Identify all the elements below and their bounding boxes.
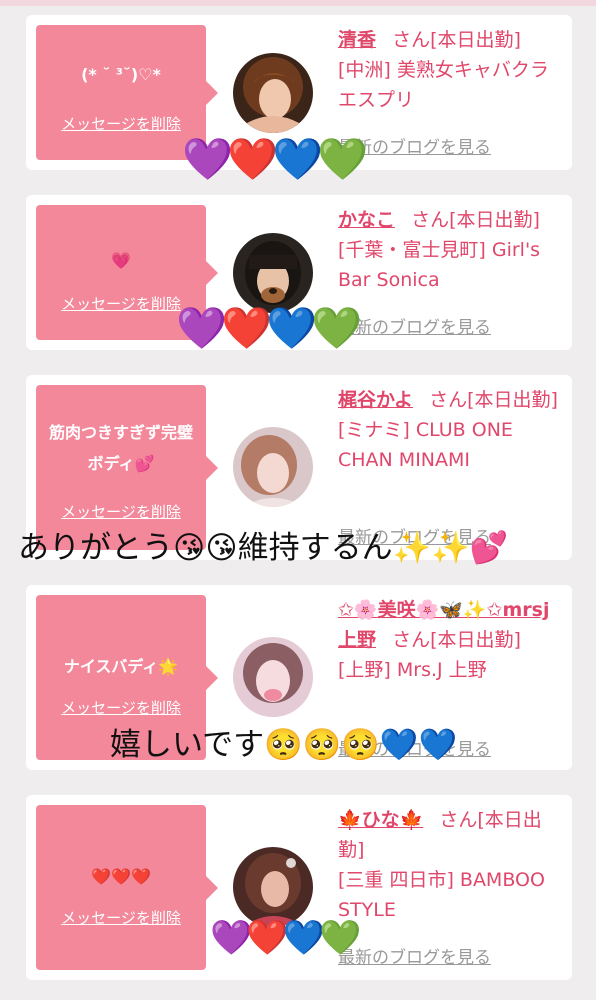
avatar[interactable] <box>233 427 313 507</box>
cast-info: 🍁ひな🍁 さん[本日出勤] [三重 四日市] BAMBOO STYLE <box>338 805 560 925</box>
cast-info: 梶谷かよ さん[本日出勤] [ミナミ] CLUB ONE CHAN MINAMI <box>338 385 560 475</box>
cast-name-link[interactable]: 清香 <box>338 29 376 51</box>
attendance-label: さん[本日出勤] <box>411 209 540 231</box>
attendance-label: さん[本日出勤] <box>429 389 558 411</box>
happy-text-overlay: 嬉しいです🥺🥺🥺💙💙 <box>110 727 458 763</box>
cast-name-link[interactable]: 梶谷かよ <box>338 389 413 411</box>
message-text: ❤️❤️❤️ <box>91 867 151 886</box>
delete-message-link[interactable]: メッセージを削除 <box>36 907 206 928</box>
message-bubble: 筋肉つきすぎず完璧ボディ💕 メッセージを削除 <box>36 385 218 550</box>
message-text: 筋肉つきすぎず完璧ボディ💕 <box>48 423 193 473</box>
cast-name-link[interactable]: かなこ <box>338 209 395 231</box>
avatar[interactable] <box>233 53 313 133</box>
shop-name: [ミナミ] CLUB ONE CHAN MINAMI <box>338 419 513 471</box>
attendance-label: さん[本日出勤] <box>392 629 521 651</box>
top-bar <box>0 0 596 6</box>
cast-info: ✩🌸美咲🌸🦋✨✩mrsj上野 さん[本日出勤] [上野] Mrs.J 上野 <box>338 595 560 685</box>
view-blog-link[interactable]: 最新のブログを見る <box>338 313 491 338</box>
thanks-text-overlay: ありがとう😘😘維持するん✨✨💕 <box>18 530 509 566</box>
message-text: (* ˘ ³˘)♡* <box>81 65 161 84</box>
message-bubble: ❤️❤️❤️ メッセージを削除 <box>36 805 218 970</box>
cast-info: かなこ さん[本日出勤] [千葉・富士見町] Girl's Bar Sonica <box>338 205 560 295</box>
view-blog-link[interactable]: 最新のブログを見る <box>338 943 491 968</box>
avatar[interactable] <box>233 233 313 313</box>
heart-emoji-sticker: 💜❤️💙💚 <box>182 135 368 183</box>
delete-message-link[interactable]: メッセージを削除 <box>36 113 206 134</box>
heart-emoji-sticker: 💜❤️💙💚 <box>210 918 361 958</box>
attendance-label: さん[本日出勤] <box>392 29 521 51</box>
shop-name: [千葉・富士見町] Girl's Bar Sonica <box>338 239 541 291</box>
message-text: ナイスバディ🌟 <box>63 657 179 676</box>
shop-name: [中洲] 美熟女キャバクラ エスプリ <box>338 59 549 111</box>
delete-message-link[interactable]: メッセージを削除 <box>36 697 206 718</box>
shop-name: [上野] Mrs.J 上野 <box>338 659 487 681</box>
heart-emoji-sticker: 💜❤️💙💚 <box>176 304 362 352</box>
cast-info: 清香 さん[本日出勤] [中洲] 美熟女キャバクラ エスプリ <box>338 25 560 115</box>
message-text: 💗 <box>111 251 131 270</box>
cast-name-link[interactable]: 🍁ひな🍁 <box>338 809 423 831</box>
avatar[interactable] <box>233 637 313 717</box>
shop-name: [三重 四日市] BAMBOO STYLE <box>338 869 545 921</box>
delete-message-link[interactable]: メッセージを削除 <box>36 501 206 522</box>
message-bubble: (* ˘ ³˘)♡* メッセージを削除 <box>36 25 218 160</box>
